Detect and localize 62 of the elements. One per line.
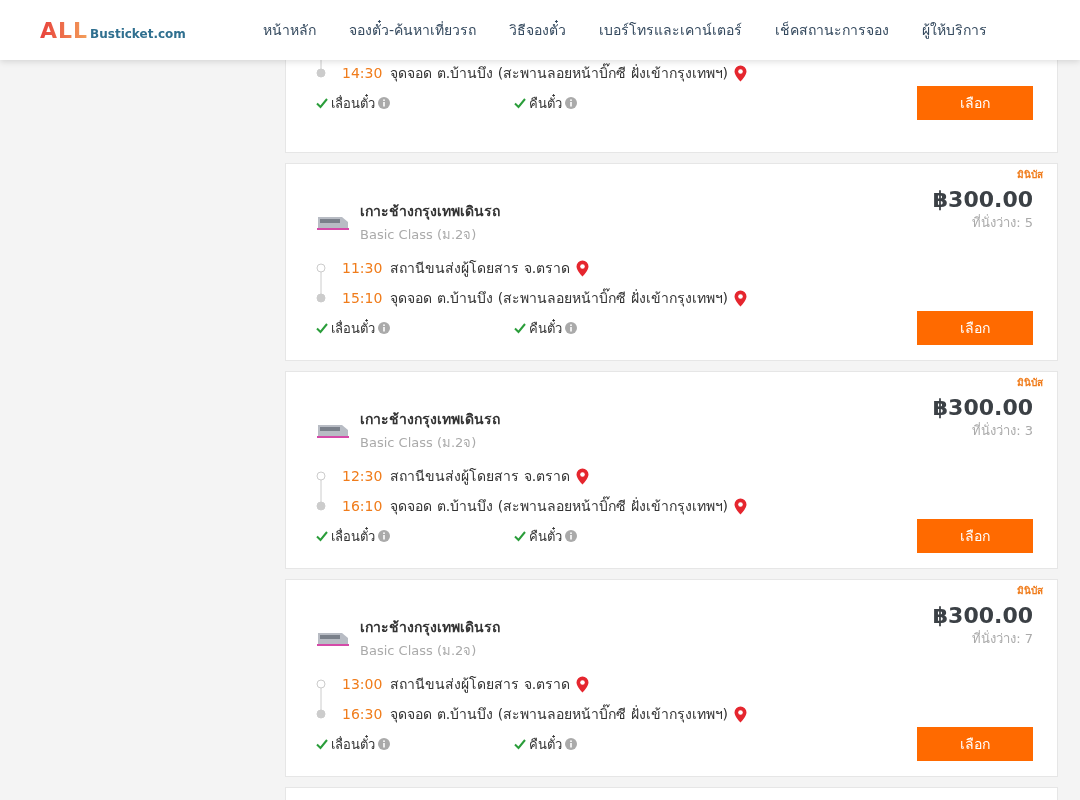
bus-logo-icon <box>316 630 350 647</box>
bus-type-label: มินิบัส <box>1017 584 1043 598</box>
stop-place: จุดจอด ต.บ้านบึง (สะพานลอยหน้าบิ๊กซี ฝั่งเข้ากรุงเทพฯ) <box>390 62 729 84</box>
operator-name: เกาะช้างกรุงเทพเดินรถ <box>360 410 500 430</box>
stop-time: 16:10 <box>342 498 383 514</box>
stop-place: จุดจอด ต.บ้านบึง (สะพานลอยหน้าบิ๊กซี ฝั่งเข้ากรุงเทพฯ) <box>390 287 729 309</box>
info-icon[interactable] <box>565 530 577 542</box>
feature-label: คืนตั๋ว <box>529 526 562 546</box>
map-pin-icon[interactable] <box>734 289 748 307</box>
stop-time: 15:10 <box>342 290 383 306</box>
bus-type-label: มินิบัส <box>1017 376 1043 390</box>
stop-time: 13:00 <box>342 676 383 692</box>
seats-available: ที่นั่งว่าง: 3 <box>972 421 1033 440</box>
bus-class: Basic Class (ม.2จ) <box>360 226 478 244</box>
info-icon[interactable] <box>378 97 390 109</box>
operator-name: เกาะช้างกรุงเทพเดินรถ <box>360 202 500 222</box>
nav-link[interactable]: ผู้ให้บริการ <box>922 19 988 41</box>
info-icon[interactable] <box>565 97 577 109</box>
feature-label: คืนตั๋ว <box>529 734 562 754</box>
info-icon[interactable] <box>565 738 577 750</box>
feature-label: เลื่อนตั๋ว <box>331 318 375 338</box>
stop-place: จุดจอด ต.บ้านบึง (สะพานลอยหน้าบิ๊กซี ฝั่งเข้ากรุงเทพฯ) <box>390 703 729 725</box>
price: ฿300.00 <box>932 395 1033 420</box>
nav-link[interactable]: เช็คสถานะการจอง <box>775 19 890 41</box>
nav-link[interactable]: เบอร์โทรและเคาน์เตอร์ <box>599 19 743 41</box>
feature-label: เลื่อนตั๋ว <box>331 734 375 754</box>
stop-time: 16:30 <box>342 706 383 722</box>
price: ฿300.00 <box>932 603 1033 628</box>
info-icon[interactable] <box>378 322 390 334</box>
nav-link[interactable]: จองตั๋ว-ค้นหาเที่ยวรถ <box>349 19 477 41</box>
map-pin-icon[interactable] <box>576 675 590 693</box>
map-pin-icon[interactable] <box>576 259 590 277</box>
operator-name: เกาะช้างกรุงเทพเดินรถ <box>360 618 500 638</box>
info-icon[interactable] <box>378 530 390 542</box>
stop-time: 14:30 <box>342 65 383 81</box>
stop-place: จุดจอด ต.บ้านบึง (สะพานลอยหน้าบิ๊กซี ฝั่งเข้ากรุงเทพฯ) <box>390 495 729 517</box>
feature-label: เลื่อนตั๋ว <box>331 93 375 113</box>
stop-time: 12:30 <box>342 468 383 484</box>
nav-link[interactable]: วิธีจองตั๋ว <box>509 19 567 41</box>
bus-logo-icon <box>316 214 350 231</box>
nav-link[interactable]: หน้าหลัก <box>263 19 316 41</box>
seats-available: ที่นั่งว่าง: 5 <box>972 213 1033 232</box>
map-pin-icon[interactable] <box>734 64 748 82</box>
stop-place: สถานีขนส่งผู้โดยสาร จ.ตราด <box>390 467 571 487</box>
feature-label: คืนตั๋ว <box>529 93 562 113</box>
logo-subtext[interactable]: Busticket.com <box>90 26 186 41</box>
stop-place: สถานีขนส่งผู้โดยสาร จ.ตราด <box>390 259 571 279</box>
bus-class: Basic Class (ม.2จ) <box>360 642 478 660</box>
stop-place: สถานีขนส่งผู้โดยสาร จ.ตราด <box>390 675 571 695</box>
bus-type-label: มินิบัส <box>1017 168 1043 182</box>
info-icon[interactable] <box>565 322 577 334</box>
price: ฿300.00 <box>932 187 1033 212</box>
info-icon[interactable] <box>378 738 390 750</box>
map-pin-icon[interactable] <box>734 497 748 515</box>
map-pin-icon[interactable] <box>576 467 590 485</box>
bus-logo-icon <box>316 422 350 439</box>
bus-class: Basic Class (ม.2จ) <box>360 434 478 452</box>
map-pin-icon[interactable] <box>734 705 748 723</box>
seats-available: ที่นั่งว่าง: 7 <box>972 629 1033 648</box>
feature-label: เลื่อนตั๋ว <box>331 526 375 546</box>
feature-label: คืนตั๋ว <box>529 318 562 338</box>
stop-time: 11:30 <box>342 260 383 276</box>
